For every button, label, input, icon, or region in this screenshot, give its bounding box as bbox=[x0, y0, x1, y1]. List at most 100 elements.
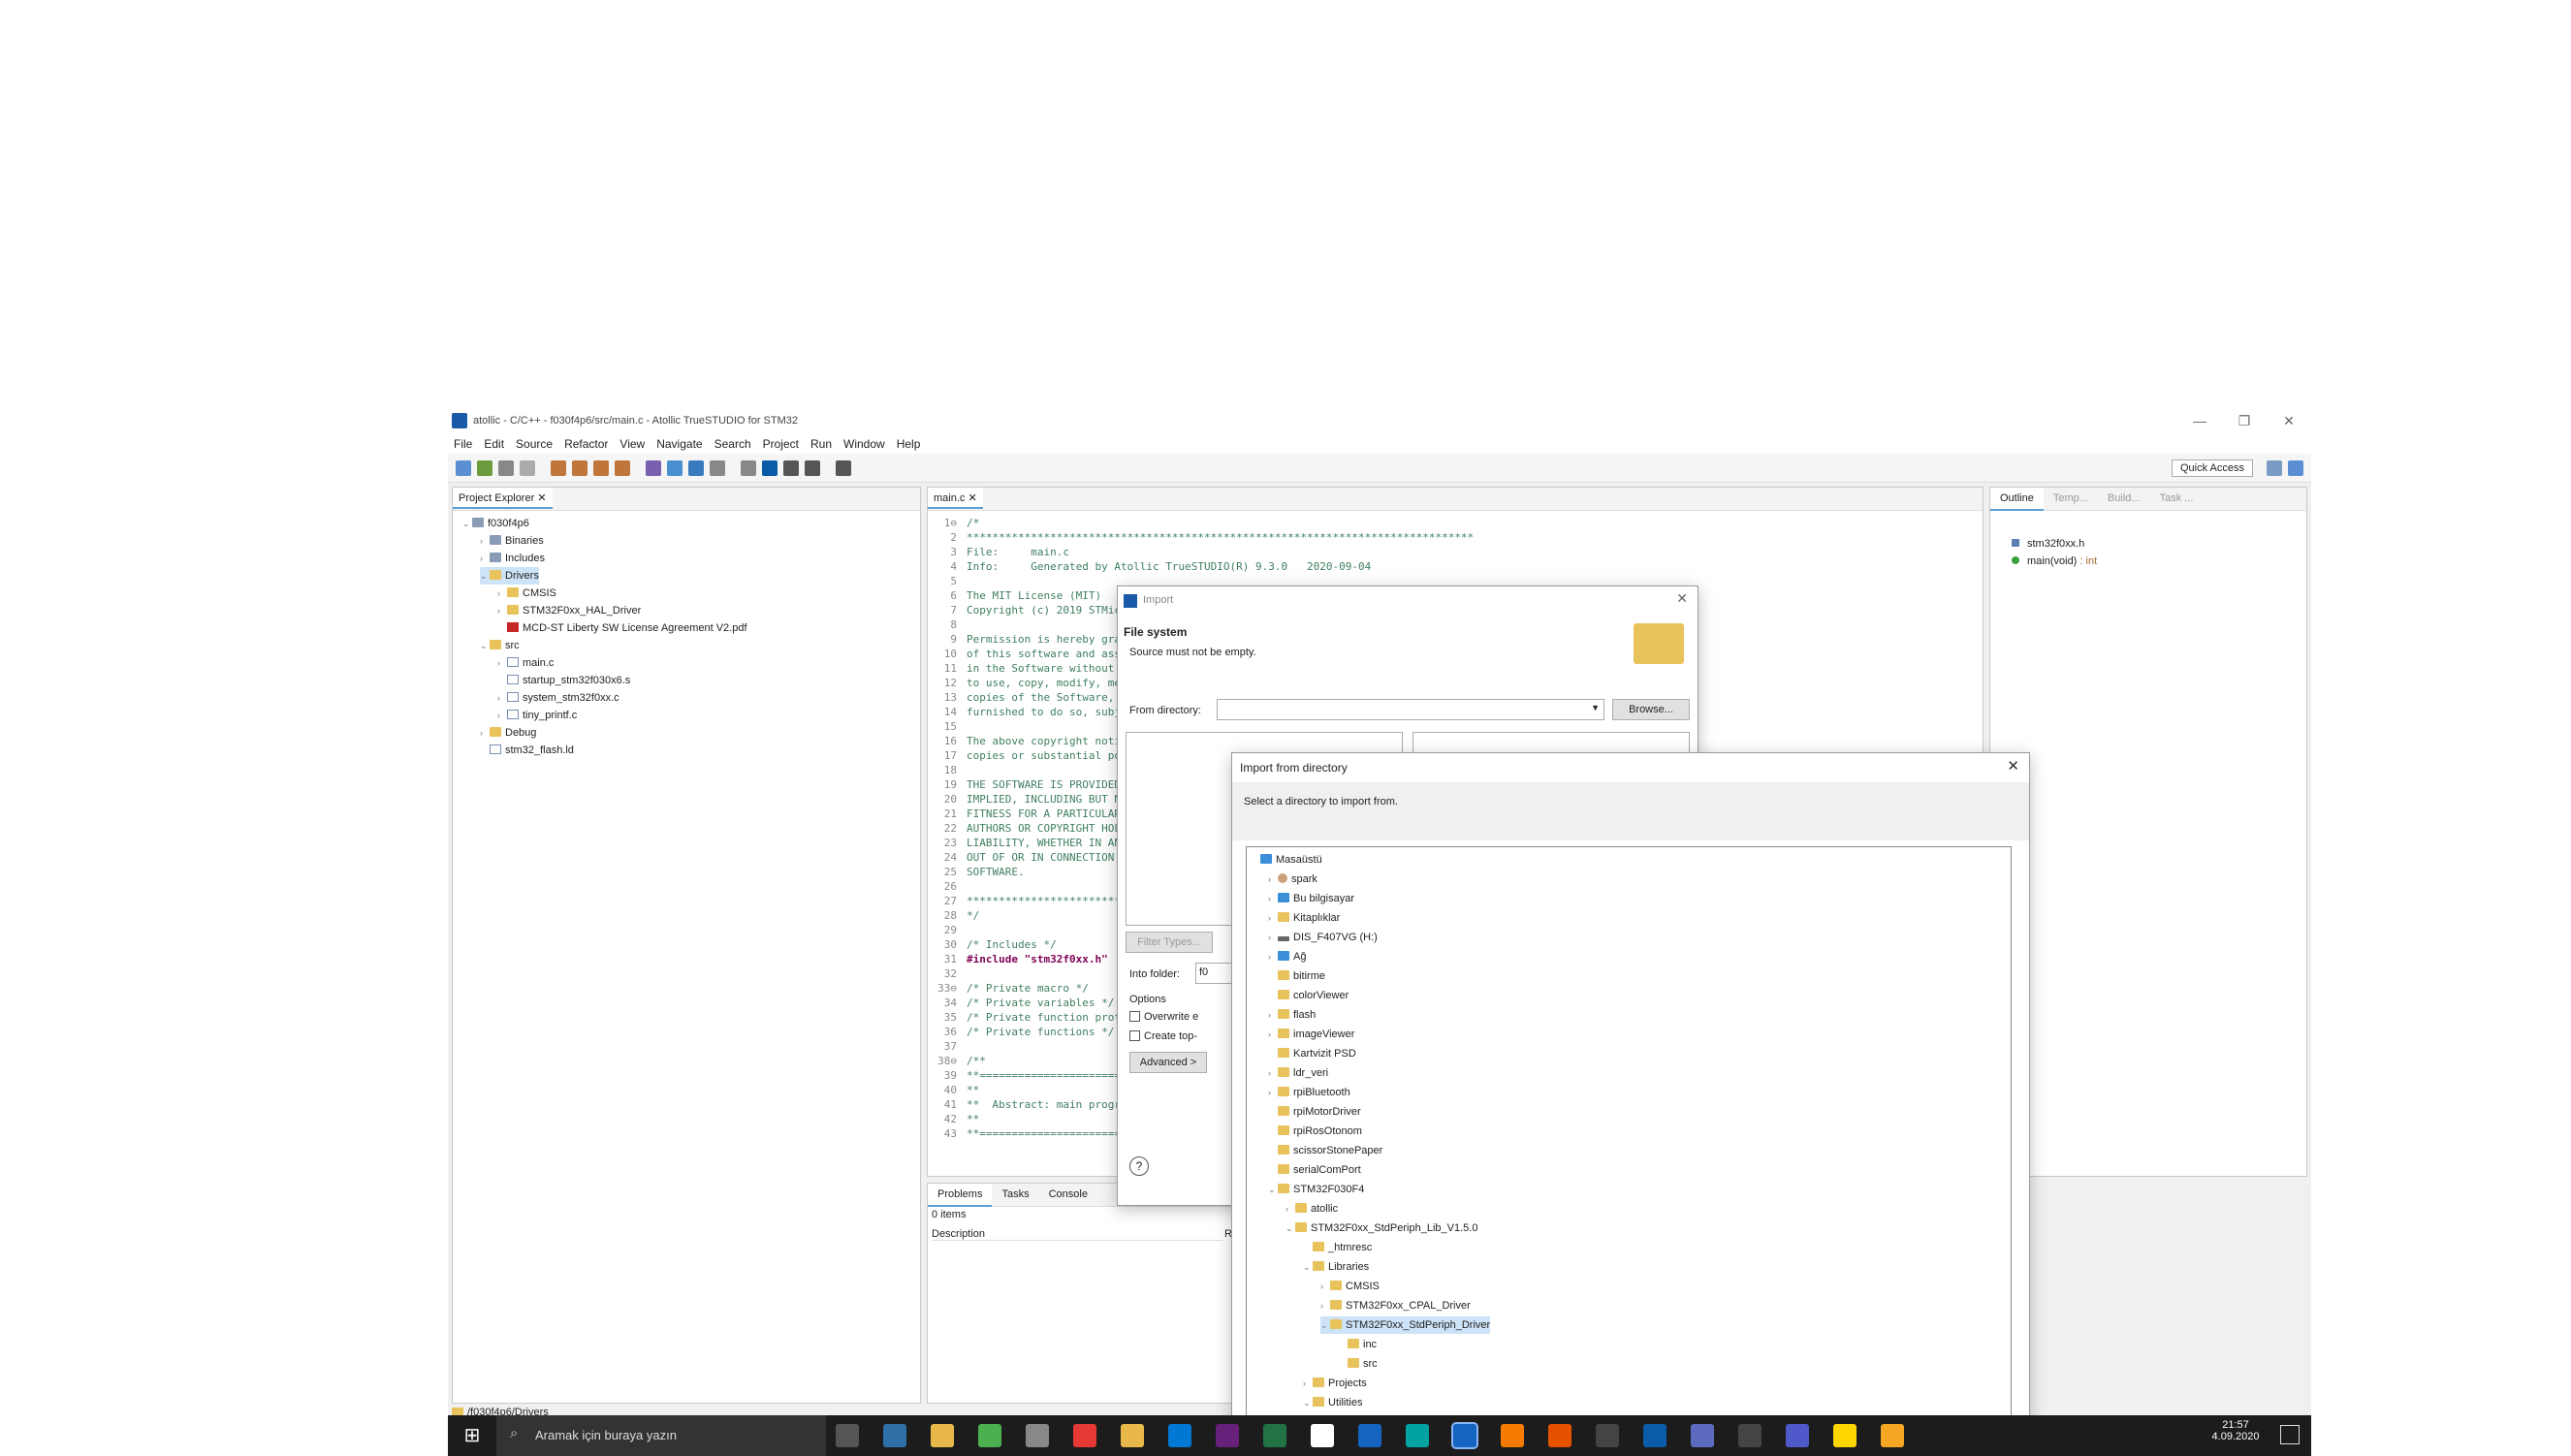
toolbar-icon-11[interactable] bbox=[710, 460, 725, 476]
expand-right-icon[interactable]: › bbox=[480, 532, 490, 550]
menu-run[interactable]: Run bbox=[805, 434, 838, 454]
menu-view[interactable]: View bbox=[614, 434, 651, 454]
browse-item[interactable]: › flash bbox=[1268, 1006, 1316, 1024]
taskbar-app-21[interactable] bbox=[1833, 1424, 1857, 1447]
browse-item[interactable]: ⌄ STM32F030F4 bbox=[1268, 1181, 1364, 1198]
expand-down-icon[interactable]: ⌄ bbox=[1303, 1394, 1313, 1411]
browse-item[interactable]: _htmresc bbox=[1303, 1239, 1372, 1256]
toolbar-icon-2[interactable] bbox=[498, 460, 514, 476]
browse-close-button[interactable]: ✕ bbox=[2007, 757, 2019, 775]
expand-right-icon[interactable]: › bbox=[1268, 1026, 1278, 1043]
browse-item[interactable]: ⌄ Libraries bbox=[1303, 1258, 1369, 1276]
taskbar-app-12[interactable] bbox=[1406, 1424, 1429, 1447]
browse-item[interactable]: ⌄ STM32F0xx_StdPeriph_Lib_V1.5.0 bbox=[1286, 1219, 1477, 1237]
browse-item[interactable]: scissorStonePaper bbox=[1268, 1142, 1382, 1159]
toolbar-icon-1[interactable] bbox=[477, 460, 492, 476]
browse-item[interactable]: src bbox=[1338, 1355, 1378, 1373]
toolbar-icon-0[interactable] bbox=[456, 460, 471, 476]
tab-outline-1[interactable]: Temp... bbox=[2044, 488, 2098, 509]
menu-window[interactable]: Window bbox=[838, 434, 891, 454]
browse-item[interactable]: › imageViewer bbox=[1268, 1026, 1354, 1043]
taskbar-app-20[interactable] bbox=[1786, 1424, 1809, 1447]
browse-item[interactable]: › atollic bbox=[1286, 1200, 1338, 1218]
expand-down-icon[interactable]: ⌄ bbox=[1303, 1258, 1313, 1276]
expand-right-icon[interactable]: › bbox=[497, 654, 507, 672]
expand-down-icon[interactable]: ⌄ bbox=[480, 567, 490, 585]
browse-button[interactable]: Browse... bbox=[1612, 699, 1690, 720]
toolbar-icon-14[interactable] bbox=[783, 460, 799, 476]
taskbar-app-7[interactable] bbox=[1168, 1424, 1191, 1447]
taskbar-app-9[interactable] bbox=[1263, 1424, 1286, 1447]
perspective-icon[interactable] bbox=[2267, 460, 2282, 476]
browse-item[interactable]: ⌄ Utilities bbox=[1303, 1394, 1362, 1411]
tab-project-explorer[interactable]: Project Explorer ✕ bbox=[453, 488, 553, 509]
taskbar-app-17[interactable] bbox=[1643, 1424, 1666, 1447]
explorer-item[interactable]: › main.c bbox=[497, 654, 554, 672]
advanced-button[interactable]: Advanced > bbox=[1129, 1052, 1207, 1073]
toolbar-icon-7[interactable] bbox=[615, 460, 630, 476]
overwrite-checkbox[interactable]: Overwrite e bbox=[1129, 1011, 1198, 1023]
explorer-item[interactable]: MCD-ST Liberty SW License Agreement V2.p… bbox=[497, 619, 747, 637]
explorer-item[interactable]: › Binaries bbox=[480, 532, 544, 550]
minimize-button[interactable]: — bbox=[2177, 407, 2222, 434]
explorer-item[interactable]: ⌄ Drivers bbox=[480, 567, 539, 585]
menu-project[interactable]: Project bbox=[757, 434, 805, 454]
browse-item[interactable]: › rpiBluetooth bbox=[1268, 1084, 1350, 1101]
expand-right-icon[interactable]: › bbox=[1320, 1297, 1330, 1314]
expand-right-icon[interactable]: › bbox=[1303, 1375, 1313, 1392]
explorer-item[interactable]: › tiny_printf.c bbox=[497, 707, 577, 724]
taskbar-app-14[interactable] bbox=[1501, 1424, 1524, 1447]
from-directory-combo[interactable]: ▼ bbox=[1217, 699, 1604, 720]
taskbar-app-2[interactable] bbox=[931, 1424, 954, 1447]
expand-down-icon[interactable]: ⌄ bbox=[1268, 1181, 1278, 1198]
taskbar-app-16[interactable] bbox=[1596, 1424, 1619, 1447]
browse-item[interactable]: › CMSIS bbox=[1320, 1278, 1380, 1295]
expand-right-icon[interactable]: › bbox=[497, 585, 507, 602]
browse-item[interactable]: Masaüstü bbox=[1251, 851, 1322, 869]
directory-tree[interactable]: Masaüstü › spark › Bu bilgisayar › Kitaplıklar… bbox=[1246, 846, 2012, 1428]
maximize-button[interactable]: ❐ bbox=[2222, 407, 2267, 434]
expand-right-icon[interactable]: › bbox=[1320, 1278, 1330, 1295]
menu-search[interactable]: Search bbox=[709, 434, 757, 454]
explorer-item[interactable]: › system_stm32f0xx.c bbox=[497, 689, 619, 707]
browse-item[interactable]: rpiMotorDriver bbox=[1268, 1103, 1361, 1121]
toolbar-icon-13[interactable] bbox=[762, 460, 778, 476]
taskbar-search[interactable]: ⌕ Aramak için buraya yazın bbox=[496, 1415, 826, 1456]
browse-item[interactable]: › ldr_veri bbox=[1268, 1064, 1328, 1082]
tab-console[interactable]: Console bbox=[1039, 1184, 1097, 1205]
expand-right-icon[interactable]: › bbox=[1268, 1084, 1278, 1101]
browse-item[interactable]: inc bbox=[1338, 1336, 1377, 1353]
browse-item[interactable]: › Kitaplıklar bbox=[1268, 909, 1340, 927]
explorer-item[interactable]: startup_stm32f030x6.s bbox=[497, 672, 630, 689]
browse-item[interactable]: serialComPort bbox=[1268, 1161, 1361, 1179]
explorer-item[interactable]: › Debug bbox=[480, 724, 536, 742]
notification-icon[interactable] bbox=[2280, 1425, 2300, 1444]
explorer-item[interactable]: stm32_flash.ld bbox=[480, 742, 574, 759]
browse-item[interactable]: ⌄ STM32F0xx_StdPeriph_Driver bbox=[1320, 1316, 1491, 1334]
taskbar-app-13[interactable] bbox=[1451, 1422, 1478, 1449]
help-icon[interactable]: ? bbox=[1129, 1156, 1149, 1176]
create-top-checkbox[interactable]: Create top- bbox=[1129, 1030, 1197, 1042]
start-button[interactable]: ⊞ bbox=[448, 1415, 496, 1456]
expand-right-icon[interactable]: › bbox=[480, 724, 490, 742]
explorer-item[interactable]: ⌄ f030f4p6 bbox=[462, 515, 529, 532]
taskbar-app-10[interactable] bbox=[1311, 1424, 1334, 1447]
toolbar-icon-9[interactable] bbox=[667, 460, 682, 476]
outline-item[interactable]: stm32f0xx.h bbox=[2012, 538, 2097, 555]
toolbar-icon-6[interactable] bbox=[593, 460, 609, 476]
taskbar-app-1[interactable] bbox=[883, 1424, 906, 1447]
expand-right-icon[interactable]: › bbox=[1268, 909, 1278, 927]
menu-source[interactable]: Source bbox=[510, 434, 558, 454]
tab-outline-3[interactable]: Task ... bbox=[2150, 488, 2204, 509]
cpp-perspective-icon[interactable] bbox=[2288, 460, 2303, 476]
expand-right-icon[interactable]: › bbox=[1268, 1064, 1278, 1082]
menu-edit[interactable]: Edit bbox=[478, 434, 510, 454]
browse-item[interactable]: › spark bbox=[1268, 870, 1317, 888]
taskbar-app-18[interactable] bbox=[1691, 1424, 1714, 1447]
browse-item[interactable]: › Bu bilgisayar bbox=[1268, 890, 1354, 907]
taskbar-app-11[interactable] bbox=[1358, 1424, 1381, 1447]
browse-item[interactable]: › STM32F0xx_CPAL_Driver bbox=[1320, 1297, 1471, 1314]
menu-navigate[interactable]: Navigate bbox=[651, 434, 708, 454]
explorer-item[interactable]: › STM32F0xx_HAL_Driver bbox=[497, 602, 641, 619]
browse-item[interactable]: › Projects bbox=[1303, 1375, 1367, 1392]
